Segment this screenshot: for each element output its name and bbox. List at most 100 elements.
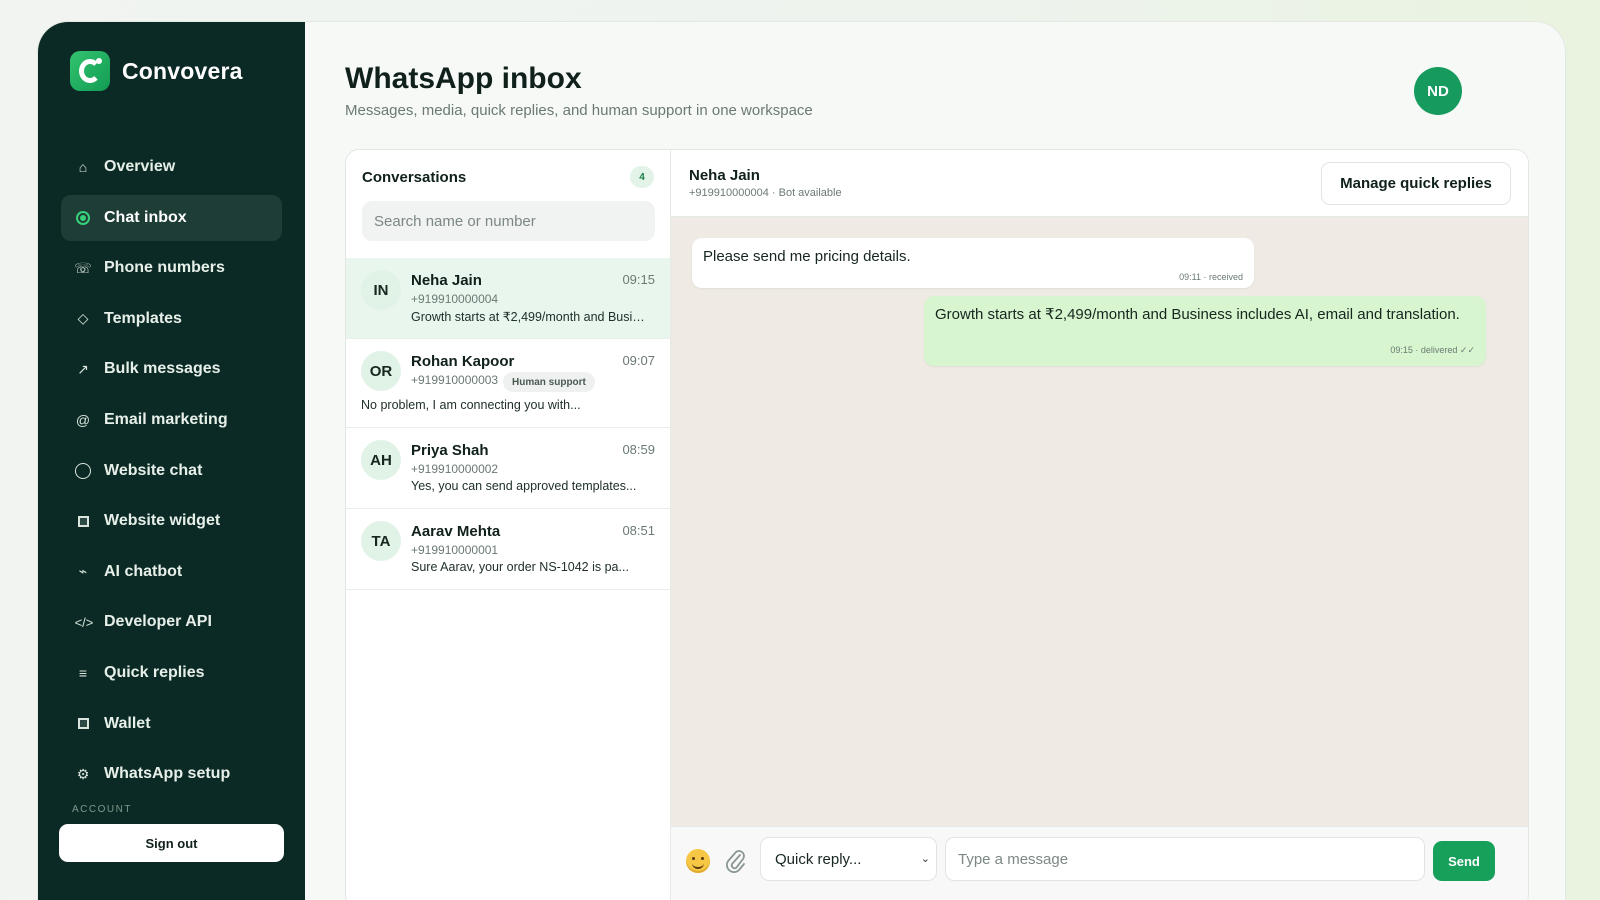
sidebar-item-label: Website chat bbox=[104, 461, 203, 479]
sidebar-item-label: Phone numbers bbox=[104, 259, 225, 277]
brand-name: Convovera bbox=[122, 57, 243, 84]
account-section-label: ACCOUNT bbox=[72, 804, 132, 815]
conversation-count-badge: 4 bbox=[630, 166, 654, 188]
contact-name: Priya Shah bbox=[411, 442, 489, 459]
sidebar-item-website-widget[interactable]: Website widget bbox=[61, 498, 282, 544]
sidebar-item-ai-chatbot[interactable]: ⌁ AI chatbot bbox=[61, 549, 282, 595]
brand-logo-icon bbox=[70, 51, 110, 91]
arrow-up-right-icon: ↗ bbox=[77, 360, 89, 377]
sidebar-nav: ⌂ Overview Chat inbox ☏ Phone numbers ◇ … bbox=[61, 144, 282, 802]
avatar: OR bbox=[361, 351, 401, 391]
sidebar-item-label: Developer API bbox=[104, 613, 212, 631]
chat-contact-name: Neha Jain bbox=[689, 167, 760, 184]
sidebar-item-label: Wallet bbox=[104, 714, 151, 732]
conversation-title: Conversations bbox=[362, 168, 467, 186]
user-avatar[interactable]: ND bbox=[1414, 67, 1462, 115]
contact-name: Rohan Kapoor bbox=[411, 353, 515, 370]
lines-icon: ≡ bbox=[78, 664, 88, 681]
message-meta: 09:11 · received bbox=[1179, 272, 1243, 282]
emoji-icon[interactable] bbox=[686, 849, 710, 873]
sidebar-item-developer-api[interactable]: </> Developer API bbox=[61, 599, 282, 645]
paperclip-icon[interactable] bbox=[724, 847, 748, 875]
sidebar-item-phone-numbers[interactable]: ☏ Phone numbers bbox=[61, 245, 282, 291]
chat-panel: Neha Jain +919910000004 · Bot available … bbox=[671, 150, 1528, 900]
sidebar-item-label: Quick replies bbox=[104, 663, 205, 681]
page-subtitle: Messages, media, quick replies, and huma… bbox=[345, 102, 813, 119]
message-preview: No problem, I am connecting you with... bbox=[361, 398, 581, 412]
sidebar-item-whatsapp-setup[interactable]: ⚙ WhatsApp setup bbox=[61, 751, 282, 797]
phone-icon: ☏ bbox=[74, 259, 92, 276]
sidebar-item-quick-replies[interactable]: ≡ Quick replies bbox=[61, 650, 282, 696]
sidebar-item-label: Email marketing bbox=[104, 410, 228, 428]
square-icon bbox=[73, 511, 93, 531]
sidebar-item-label: Bulk messages bbox=[104, 360, 221, 378]
square-icon bbox=[73, 714, 93, 734]
page-title: WhatsApp inbox bbox=[345, 62, 582, 95]
sidebar-item-wallet[interactable]: Wallet bbox=[61, 701, 282, 747]
sidebar-item-label: Chat inbox bbox=[104, 208, 187, 226]
contact-phone: +919910000002 bbox=[411, 462, 499, 476]
conversation-row[interactable]: AH Priya Shah 08:59 +919910000002 Yes, y… bbox=[346, 428, 670, 509]
timestamp: 09:07 bbox=[622, 353, 655, 368]
home-icon: ⌂ bbox=[78, 159, 88, 175]
conversation-row[interactable]: OR Rohan Kapoor 09:07 +919910000003 Huma… bbox=[346, 339, 670, 428]
sidebar-item-label: Overview bbox=[104, 158, 176, 175]
quick-reply-value: Quick reply... bbox=[775, 850, 862, 868]
sidebar: Convovera ⌂ Overview Chat inbox ☏ Phone … bbox=[38, 22, 305, 900]
conversation-row[interactable]: IN Neha Jain 09:15 +919910000004 Growth … bbox=[346, 258, 670, 339]
avatar: AH bbox=[361, 440, 401, 480]
message-text: Growth starts at ₹2,499/month and Busine… bbox=[935, 306, 1460, 323]
at-icon: @ bbox=[75, 411, 91, 428]
sidebar-item-label: AI chatbot bbox=[104, 562, 183, 580]
chat-contact-meta: +919910000004 · Bot available bbox=[689, 187, 842, 199]
conversation-list: IN Neha Jain 09:15 +919910000004 Growth … bbox=[346, 258, 670, 590]
app-window: Convovera ⌂ Overview Chat inbox ☏ Phone … bbox=[38, 22, 1565, 900]
sidebar-item-label: Templates bbox=[104, 309, 182, 327]
message-preview: Sure Aarav, your order NS-1042 is pa... bbox=[411, 560, 629, 574]
sidebar-item-label: WhatsApp setup bbox=[104, 765, 231, 783]
contact-phone: +919910000003 bbox=[411, 373, 499, 387]
diamond-icon: ◇ bbox=[77, 310, 89, 327]
code-icon: </> bbox=[74, 614, 94, 630]
conversation-panel: Conversations 4 IN Neha Jain 09:15 +9199… bbox=[346, 150, 671, 900]
bot-icon: ⌁ bbox=[78, 563, 88, 580]
message-meta: 09:15 · delivered ✓✓ bbox=[1390, 345, 1475, 355]
manage-quick-replies-button[interactable]: Manage quick replies bbox=[1321, 162, 1511, 205]
avatar: IN bbox=[361, 270, 401, 310]
main-content: WhatsApp inbox Messages, media, quick re… bbox=[305, 22, 1565, 900]
contact-name: Neha Jain bbox=[411, 272, 482, 289]
sidebar-item-overview[interactable]: ⌂ Overview bbox=[61, 144, 282, 190]
message-preview: Growth starts at ₹2,499/month and Busine… bbox=[411, 310, 651, 324]
message-composer: Quick reply... ⌄ Send bbox=[671, 826, 1528, 900]
inbox-workspace: Conversations 4 IN Neha Jain 09:15 +9199… bbox=[345, 149, 1529, 900]
message-preview: Yes, you can send approved templates... bbox=[411, 479, 637, 493]
active-dot-icon bbox=[73, 208, 93, 228]
gear-icon: ⚙ bbox=[76, 765, 90, 782]
timestamp: 08:51 bbox=[622, 523, 655, 538]
search-input[interactable] bbox=[362, 201, 655, 241]
sign-out-button[interactable]: Sign out bbox=[59, 824, 284, 862]
timestamp: 09:15 bbox=[622, 272, 655, 287]
avatar: TA bbox=[361, 521, 401, 561]
message-text: Please send me pricing details. bbox=[703, 248, 911, 265]
contact-phone: +919910000001 bbox=[411, 543, 499, 557]
sidebar-item-website-chat[interactable]: Website chat bbox=[61, 448, 282, 494]
timestamp: 08:59 bbox=[622, 442, 655, 457]
quick-reply-select[interactable]: Quick reply... ⌄ bbox=[760, 837, 937, 881]
chevron-down-icon: ⌄ bbox=[920, 853, 930, 865]
brand: Convovera bbox=[70, 51, 243, 91]
contact-name: Aarav Mehta bbox=[411, 523, 501, 540]
conversation-row[interactable]: TA Aarav Mehta 08:51 +919910000001 Sure … bbox=[346, 509, 670, 590]
status-badge: Human support bbox=[503, 372, 595, 392]
chat-header: Neha Jain +919910000004 · Bot available … bbox=[671, 150, 1528, 217]
sidebar-item-templates[interactable]: ◇ Templates bbox=[61, 296, 282, 342]
message-input[interactable] bbox=[945, 837, 1425, 881]
incoming-message: Please send me pricing details. 09:11 · … bbox=[692, 238, 1254, 288]
circle-icon bbox=[73, 461, 93, 481]
sidebar-item-email-marketing[interactable]: @ Email marketing bbox=[61, 397, 282, 443]
sidebar-item-chat-inbox[interactable]: Chat inbox bbox=[61, 194, 282, 241]
sidebar-item-label: Website widget bbox=[104, 512, 221, 530]
sidebar-item-bulk-messages[interactable]: ↗ Bulk messages bbox=[61, 346, 282, 392]
send-button[interactable]: Send bbox=[1433, 841, 1495, 881]
contact-phone: +919910000004 bbox=[411, 292, 499, 306]
